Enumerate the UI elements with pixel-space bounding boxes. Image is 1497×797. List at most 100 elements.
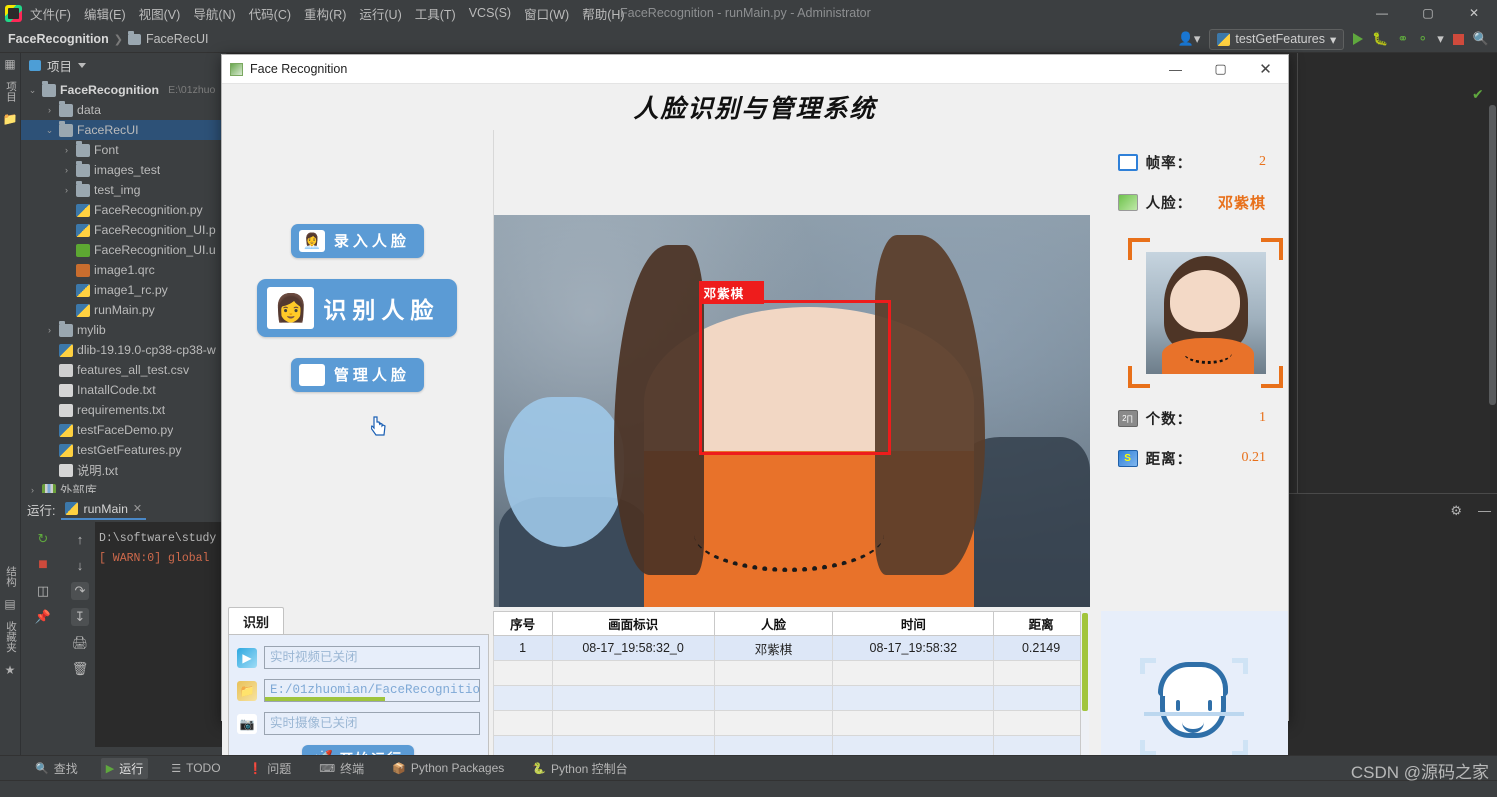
menu-item-edit[interactable]: 编辑(E) bbox=[84, 4, 126, 23]
table-row[interactable] bbox=[492, 685, 1089, 711]
webcam-icon[interactable]: 📷 bbox=[237, 713, 257, 734]
file-path-input[interactable]: E:/01zhuomian/FaceRecognitio bbox=[264, 679, 480, 702]
status-bar-item-todo[interactable]: ☰ TODO bbox=[166, 759, 225, 777]
star-icon[interactable]: ★ bbox=[0, 659, 20, 681]
folder-rail-icon[interactable]: 📁 bbox=[0, 108, 20, 130]
tree-node-images-test[interactable]: › images_test bbox=[21, 160, 226, 180]
manage-face-button[interactable]: 🖼 管理人脸 bbox=[290, 357, 424, 392]
rail-item-project[interactable]: 项目 bbox=[0, 75, 21, 108]
tree-node-facerecognition[interactable]: ⌄ FaceRecognition E:\01zhuo bbox=[21, 80, 226, 100]
stop-button[interactable] bbox=[1452, 33, 1464, 45]
tree-node-features-all-test-csv[interactable]: features_all_test.csv bbox=[21, 360, 226, 380]
breadcrumb-project[interactable]: FaceRecognition bbox=[8, 32, 109, 46]
arrow-down-icon[interactable]: ↓ bbox=[71, 556, 89, 574]
menu-item-tools[interactable]: 工具(T) bbox=[415, 4, 456, 23]
chevron-down-icon-project[interactable] bbox=[78, 63, 87, 68]
table-column-header[interactable]: 距离 bbox=[993, 611, 1089, 636]
tree-node--txt[interactable]: 说明.txt bbox=[21, 460, 226, 480]
chevron-icon[interactable]: › bbox=[61, 165, 72, 175]
menu-item-refactor[interactable]: 重构(R) bbox=[304, 4, 346, 23]
layout-icon[interactable]: ◫ bbox=[34, 582, 52, 600]
tree-node-testfacedemo-py[interactable]: testFaceDemo.py bbox=[21, 420, 226, 440]
tree-node-mylib[interactable]: › mylib bbox=[21, 320, 226, 340]
tree-node-facerecognition-ui-u[interactable]: FaceRecognition_UI.u bbox=[21, 240, 226, 260]
enroll-face-button[interactable]: 👩‍💼 录入人脸 bbox=[290, 223, 424, 258]
run-button[interactable] bbox=[1353, 33, 1364, 45]
menu-item-run[interactable]: 运行(U) bbox=[359, 4, 401, 23]
tree-node--[interactable]: › 外部库 bbox=[21, 480, 226, 493]
chevron-icon[interactable]: › bbox=[27, 485, 38, 493]
breadcrumb-folder[interactable]: FaceRecUI bbox=[146, 32, 209, 46]
chevron-icon[interactable]: › bbox=[44, 105, 55, 115]
print-icon[interactable]: 🖨 bbox=[71, 634, 89, 652]
chevron-icon[interactable]: › bbox=[61, 185, 72, 195]
profile-icon[interactable]: ⚬ bbox=[1417, 31, 1428, 47]
status-bar-item-python-控制台[interactable]: 🐍 Python 控制台 bbox=[527, 758, 632, 779]
close-icon[interactable]: ✕ bbox=[133, 502, 142, 515]
tree-node-inatallcode-txt[interactable]: InatallCode.txt bbox=[21, 380, 226, 400]
chevron-icon[interactable]: ⌄ bbox=[27, 85, 38, 96]
tree-node-data[interactable]: › data bbox=[21, 100, 226, 120]
dialog-minimize-button[interactable]: — bbox=[1153, 55, 1198, 84]
tree-node-font[interactable]: › Font bbox=[21, 140, 226, 160]
tab-recognition[interactable]: 识别 bbox=[228, 607, 285, 635]
arrow-up-icon[interactable]: ↑ bbox=[71, 530, 89, 548]
tree-node-runmain-py[interactable]: runMain.py bbox=[21, 300, 226, 320]
soft-wrap-icon[interactable]: ↷ bbox=[71, 582, 89, 600]
stop-icon[interactable]: ■ bbox=[34, 556, 52, 574]
tree-node-test-img[interactable]: › test_img bbox=[21, 180, 226, 200]
play-icon[interactable]: ▶ bbox=[237, 647, 257, 668]
tree-node-facerecognition-py[interactable]: FaceRecognition.py bbox=[21, 200, 226, 220]
status-bar-item-python-packages[interactable]: 📦 Python Packages bbox=[387, 759, 509, 777]
minimize-button[interactable]: — bbox=[1359, 0, 1405, 26]
rerun-icon[interactable]: ↻ bbox=[34, 530, 52, 548]
status-bar-item-查找[interactable]: 🔍 查找 bbox=[30, 758, 83, 779]
editor-scrollbar[interactable] bbox=[1489, 105, 1496, 405]
minimize-tool-icon[interactable]: — bbox=[1478, 503, 1491, 519]
maximize-button[interactable]: ▢ bbox=[1405, 0, 1451, 26]
chevron-icon[interactable]: ⌄ bbox=[44, 125, 55, 136]
table-column-header[interactable]: 人脸 bbox=[713, 611, 834, 636]
menu-item-code[interactable]: 代码(C) bbox=[249, 4, 291, 23]
table-column-header[interactable]: 序号 bbox=[492, 611, 553, 636]
tree-node-testgetfeatures-py[interactable]: testGetFeatures.py bbox=[21, 440, 226, 460]
chevron-icon[interactable]: › bbox=[44, 325, 55, 335]
table-row[interactable] bbox=[492, 660, 1089, 686]
rail-item-favorites[interactable]: 收藏夹 bbox=[0, 615, 21, 659]
tree-node-facerecui[interactable]: ⌄ FaceRecUI bbox=[21, 120, 226, 140]
table-row[interactable]: 1 08-17_19:58:32_0 邓紫棋 08-17_19:58:32 0.2149 bbox=[492, 635, 1089, 661]
recognize-face-button[interactable]: 👩 识别人脸 bbox=[257, 278, 458, 337]
tree-node-image1-qrc[interactable]: image1.qrc bbox=[21, 260, 226, 280]
gear-icon[interactable]: ⚙ bbox=[1450, 503, 1462, 519]
tree-node-facerecognition-ui-p[interactable]: FaceRecognition_UI.p bbox=[21, 220, 226, 240]
project-rail-icon[interactable]: ▦ bbox=[0, 53, 20, 75]
table-column-header[interactable]: 时间 bbox=[832, 611, 995, 636]
debug-icon[interactable]: 🐛 bbox=[1372, 31, 1388, 47]
close-button[interactable]: ✕ bbox=[1451, 0, 1497, 26]
camera-status-input[interactable]: 实时摄像已关闭 bbox=[264, 712, 480, 735]
table-scrollbar-thumb[interactable] bbox=[1081, 613, 1088, 711]
chevron-icon[interactable]: › bbox=[61, 145, 72, 155]
scroll-end-icon[interactable]: ↧ bbox=[71, 608, 89, 626]
status-bar-item-问题[interactable]: ❗ 问题 bbox=[244, 758, 297, 779]
coverage-icon[interactable]: ⚭ bbox=[1397, 31, 1408, 47]
menu-item-window[interactable]: 窗口(W) bbox=[524, 4, 569, 23]
tree-node-image1-rc-py[interactable]: image1_rc.py bbox=[21, 280, 226, 300]
structure-rail-icon[interactable]: ▤ bbox=[0, 593, 20, 615]
run-tab-runmain[interactable]: runMain ✕ bbox=[61, 500, 147, 520]
status-bar-item-运行[interactable]: ▶ 运行 bbox=[100, 757, 149, 779]
menu-item-view[interactable]: 视图(V) bbox=[139, 4, 181, 23]
menu-item-vcs[interactable]: VCS(S) bbox=[469, 6, 511, 20]
video-feed[interactable]: 邓紫棋 bbox=[493, 215, 1090, 607]
video-status-input[interactable]: 实时视频已关闭 bbox=[264, 646, 480, 669]
table-column-header[interactable]: 画面标识 bbox=[551, 611, 715, 636]
table-row[interactable] bbox=[492, 710, 1089, 736]
chevron-down-icon-2[interactable]: ▾ bbox=[1437, 31, 1444, 47]
tree-node-requirements-txt[interactable]: requirements.txt bbox=[21, 400, 226, 420]
trash-icon[interactable]: 🗑 bbox=[71, 660, 89, 678]
tree-node-dlib-19-19-0-cp38-cp38-w[interactable]: dlib-19.19.0-cp38-cp38-w bbox=[21, 340, 226, 360]
dialog-maximize-button[interactable]: ▢ bbox=[1198, 55, 1243, 84]
dialog-close-button[interactable]: ✕ bbox=[1243, 55, 1288, 84]
pin-icon[interactable]: 📌 bbox=[34, 608, 52, 626]
status-bar-item-终端[interactable]: ⌨ 终端 bbox=[314, 758, 369, 779]
